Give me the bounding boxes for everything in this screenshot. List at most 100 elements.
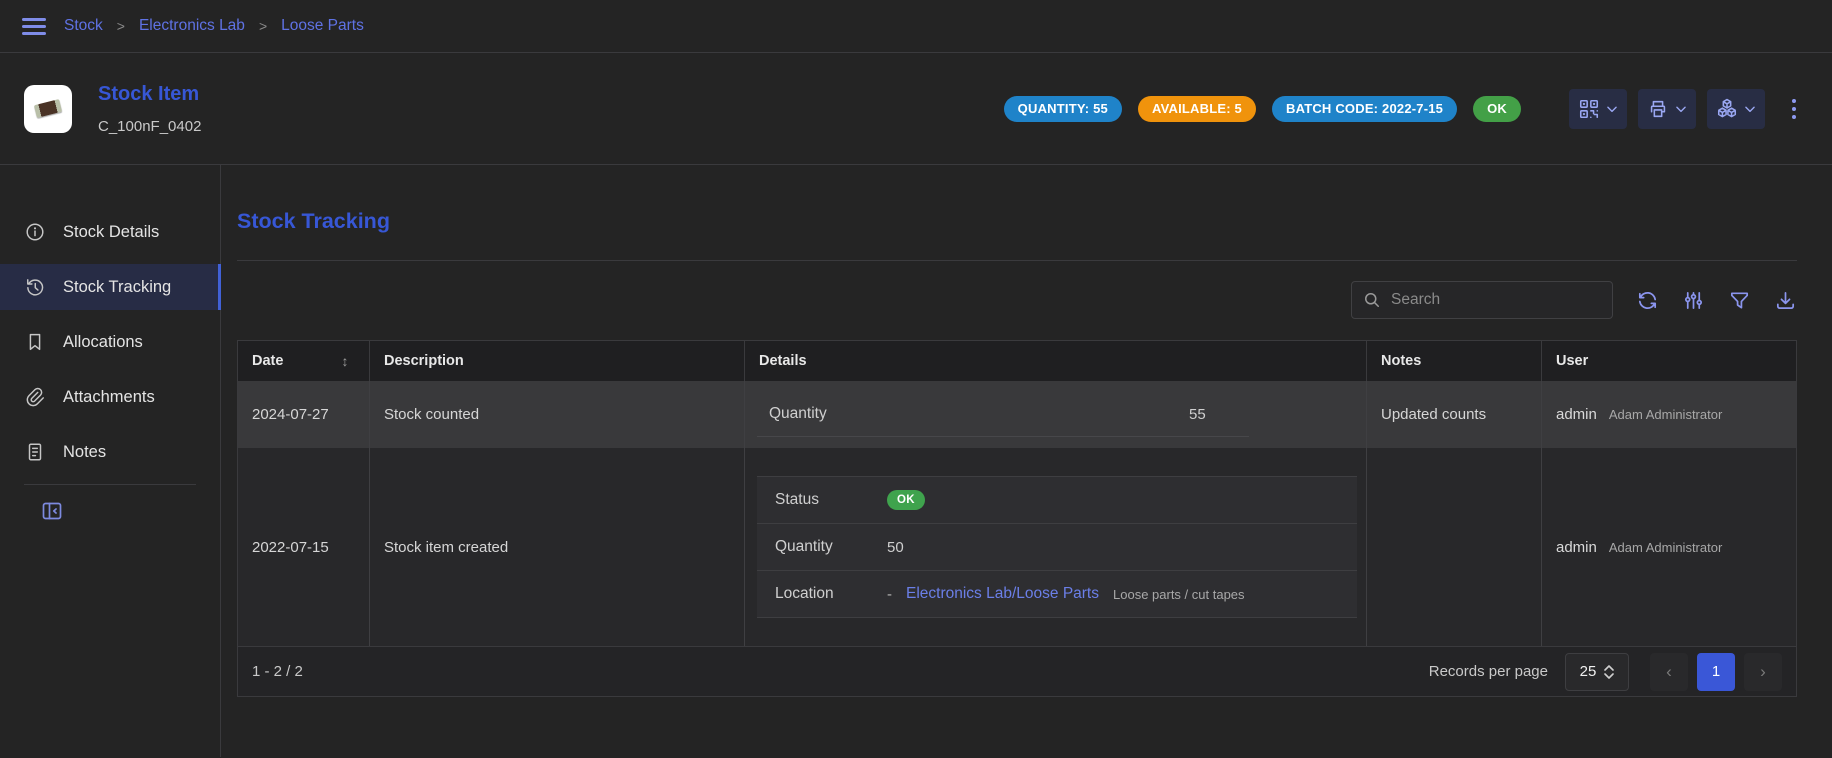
batch-code-badge: BATCH CODE: 2022-7-15 xyxy=(1272,96,1457,122)
collapse-sidebar-button[interactable] xyxy=(40,499,220,528)
table-footer: 1 - 2 / 2 Records per page 25 ‹ 1 › xyxy=(238,646,1796,696)
breadcrumb-loose-parts[interactable]: Loose Parts xyxy=(281,17,364,35)
column-header-details: Details xyxy=(745,341,1367,381)
adjustments-icon xyxy=(1682,289,1705,312)
details-cell: StatusOKQuantity50Location-Electronics L… xyxy=(745,448,1367,646)
detail-label: Quantity xyxy=(775,538,887,556)
username: admin xyxy=(1556,539,1597,556)
sort-icon[interactable]: ↕ xyxy=(341,353,348,369)
heading-divider xyxy=(237,260,1797,261)
table-toolbar xyxy=(237,281,1797,319)
search-icon xyxy=(1362,290,1382,310)
table-header-row: Date ↕ Description Details Notes User xyxy=(238,341,1796,381)
more-actions-button[interactable] xyxy=(1786,95,1802,123)
print-actions-button[interactable] xyxy=(1638,89,1696,129)
sidebar-item-stock-tracking[interactable]: Stock Tracking xyxy=(0,264,220,310)
column-header-notes: Notes xyxy=(1367,341,1542,381)
sidebar-item-label: Allocations xyxy=(63,333,143,352)
note-icon xyxy=(24,441,46,463)
table-row: 2022-07-15Stock item createdStatusOKQuan… xyxy=(238,448,1796,646)
detail-row: Location-Electronics Lab/Loose PartsLoos… xyxy=(757,571,1357,618)
bookmark-icon xyxy=(24,331,46,353)
part-name: C_100nF_0402 xyxy=(98,118,201,135)
qr-code-icon xyxy=(1578,98,1600,120)
search-box xyxy=(1351,281,1613,319)
previous-page-button[interactable]: ‹ xyxy=(1650,653,1688,691)
sidebar-item-attachments[interactable]: Attachments xyxy=(0,374,220,420)
stock-tracking-table: Date ↕ Description Details Notes User 20… xyxy=(237,340,1797,697)
status-badges: QUANTITY: 55 AVAILABLE: 5 BATCH CODE: 20… xyxy=(1004,96,1521,122)
column-header-date[interactable]: Date ↕ xyxy=(238,341,370,381)
part-thumbnail[interactable] xyxy=(24,85,72,133)
spinner-icons xyxy=(1604,665,1614,679)
record-range-label: 1 - 2 / 2 xyxy=(252,663,303,680)
header-actions xyxy=(1569,89,1802,129)
table-row: 2024-07-27Stock countedQuantity55Updated… xyxy=(238,381,1796,448)
panel-heading: Stock Tracking xyxy=(237,209,1797,234)
refresh-button[interactable] xyxy=(1636,289,1659,312)
date-cell: 2022-07-15 xyxy=(238,448,370,646)
user-full-name: Adam Administrator xyxy=(1609,407,1722,422)
page-size-select[interactable]: 25 xyxy=(1565,653,1629,691)
barcode-actions-button[interactable] xyxy=(1569,89,1627,129)
download-button[interactable] xyxy=(1774,289,1797,312)
paperclip-icon xyxy=(24,386,46,408)
sidebar-item-stock-details[interactable]: Stock Details xyxy=(0,209,220,255)
available-badge: AVAILABLE: 5 xyxy=(1138,96,1256,122)
records-per-page-label: Records per page xyxy=(1429,663,1548,680)
sidebar-item-label: Stock Details xyxy=(63,223,159,242)
user-cell: admin Adam Administrator xyxy=(1542,448,1796,646)
detail-row: Quantity50 xyxy=(757,524,1357,571)
details-subtable: StatusOKQuantity50Location-Electronics L… xyxy=(757,476,1357,618)
user-full-name: Adam Administrator xyxy=(1609,540,1722,555)
stock-actions-button[interactable] xyxy=(1707,89,1765,129)
status-ok-badge: OK xyxy=(1473,96,1521,122)
detail-value: 50 xyxy=(887,539,904,556)
filter-button[interactable] xyxy=(1728,289,1751,312)
breadcrumb-separator: > xyxy=(259,18,267,34)
username: admin xyxy=(1556,406,1597,423)
search-input[interactable] xyxy=(1391,291,1602,309)
hamburger-menu-icon[interactable] xyxy=(22,18,46,35)
sidebar-item-allocations[interactable]: Allocations xyxy=(0,319,220,365)
chevron-down-icon xyxy=(1674,102,1688,116)
breadcrumb-separator: > xyxy=(117,18,125,34)
notes-cell: Updated counts xyxy=(1367,381,1542,448)
description-cell: Stock item created xyxy=(370,448,745,646)
details-subtable: Quantity55 xyxy=(757,393,1249,437)
column-header-user: User xyxy=(1542,341,1796,381)
location-link[interactable]: Electronics Lab/Loose Parts xyxy=(906,585,1099,603)
notes-cell xyxy=(1367,448,1542,646)
sidebar-item-label: Stock Tracking xyxy=(63,278,171,297)
details-cell: Quantity55 xyxy=(745,381,1367,448)
table-body: 2024-07-27Stock countedQuantity55Updated… xyxy=(238,381,1796,646)
location-description: Loose parts / cut tapes xyxy=(1113,587,1245,602)
page-title: Stock Item xyxy=(98,83,201,106)
sidebar-item-notes[interactable]: Notes xyxy=(0,429,220,475)
page-1-button[interactable]: 1 xyxy=(1697,653,1735,691)
capacitor-image xyxy=(34,99,62,118)
refresh-icon xyxy=(1636,289,1659,312)
download-icon xyxy=(1774,289,1797,312)
active-tab-indicator xyxy=(218,264,221,310)
breadcrumb: Stock > Electronics Lab > Loose Parts xyxy=(64,17,364,35)
table-settings-button[interactable] xyxy=(1682,289,1705,312)
filter-icon xyxy=(1728,289,1751,312)
description-cell: Stock counted xyxy=(370,381,745,448)
stock-item-header: Stock Item C_100nF_0402 QUANTITY: 55 AVA… xyxy=(0,53,1832,165)
next-page-button[interactable]: › xyxy=(1744,653,1782,691)
detail-label: Quantity xyxy=(769,405,1189,423)
breadcrumb-stock[interactable]: Stock xyxy=(64,17,103,35)
detail-label: Location xyxy=(775,585,887,603)
info-circle-icon xyxy=(24,221,46,243)
chevron-down-icon xyxy=(1604,673,1614,679)
status-ok-pill: OK xyxy=(887,490,925,510)
quantity-badge: QUANTITY: 55 xyxy=(1004,96,1122,122)
detail-value: 55 xyxy=(1189,406,1206,423)
sidebar-item-label: Notes xyxy=(63,443,106,462)
breadcrumb-electronics-lab[interactable]: Electronics Lab xyxy=(139,17,245,35)
main-panel: Stock Tracking xyxy=(221,165,1832,757)
sidebar-item-label: Attachments xyxy=(63,388,155,407)
chevron-down-icon xyxy=(1743,102,1757,116)
sidebar: Stock Details Stock Tracking Allocations… xyxy=(0,165,221,757)
